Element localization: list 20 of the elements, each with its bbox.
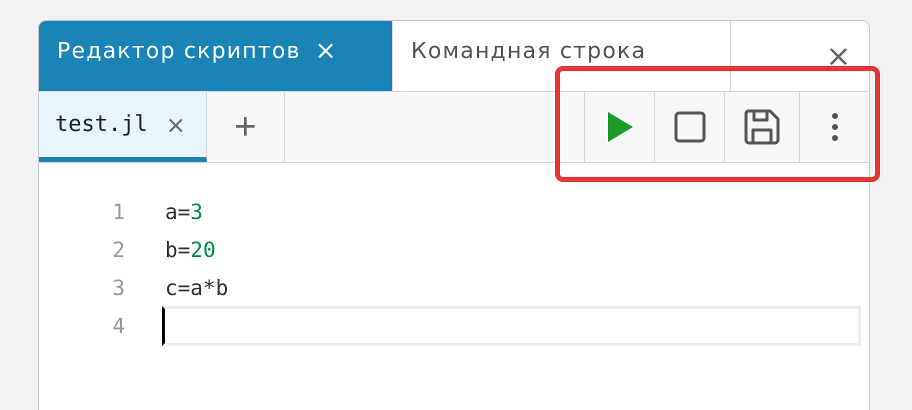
code-editor[interactable]: 1 a=3 2 b=20 3 c=a*b 4 <box>39 163 869 410</box>
close-icon[interactable]: × <box>166 110 186 138</box>
code-line: a=3 <box>164 199 204 226</box>
file-tab[interactable]: test.jl × <box>39 92 207 162</box>
tab-label: Редактор скриптов <box>57 38 301 64</box>
panel-tab[interactable]: Редактор скриптов × <box>39 21 393 91</box>
line-number: 3 <box>111 276 126 300</box>
code-line: c=a*b <box>164 275 230 302</box>
more-icon <box>830 112 838 142</box>
line-number: 1 <box>111 200 126 224</box>
line-number: 4 <box>111 314 126 338</box>
line-number: 2 <box>111 238 126 262</box>
tab-label: Командная строка <box>411 38 646 64</box>
save-icon <box>743 108 781 146</box>
stop-icon <box>674 111 706 143</box>
code-line: b=20 <box>164 237 217 264</box>
tab-label: test.jl <box>55 112 148 137</box>
add-tab-button[interactable]: + <box>206 92 285 162</box>
close-icon[interactable]: × <box>826 38 851 74</box>
close-icon[interactable]: × <box>314 38 338 64</box>
